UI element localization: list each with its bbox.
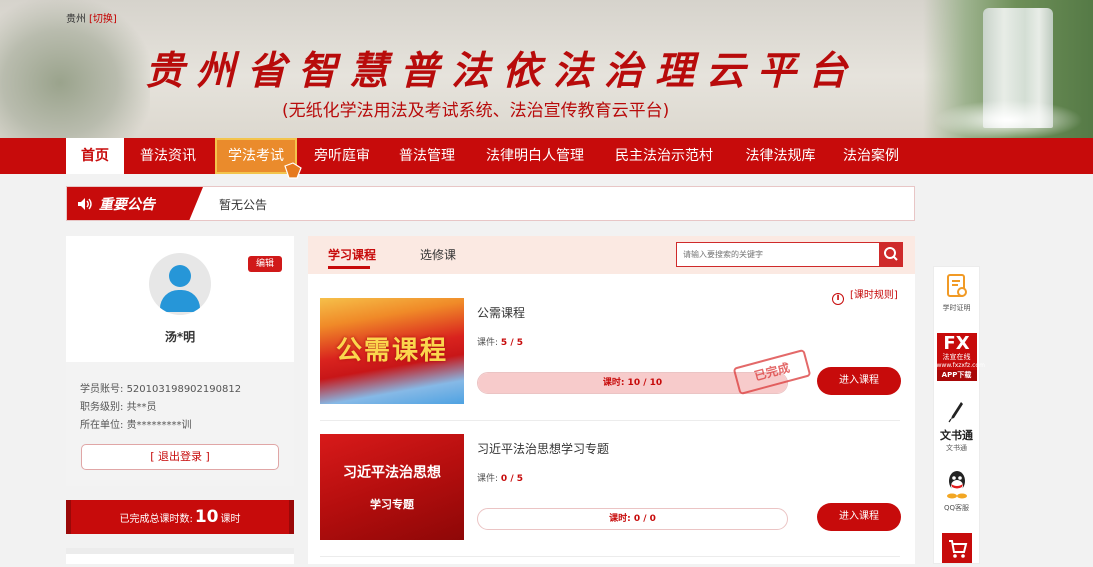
region-switch-link[interactable]: [切换] bbox=[89, 14, 117, 25]
qq-icon bbox=[946, 471, 967, 499]
speaker-icon bbox=[78, 198, 92, 210]
region-selector: 贵州 [切换] bbox=[66, 10, 117, 25]
course-thumbnail[interactable]: 公需课程 bbox=[320, 298, 464, 404]
logout-button[interactable]: [ 退出登录 ] bbox=[81, 444, 279, 470]
enter-course-button[interactable]: 进入课程 bbox=[817, 367, 901, 395]
document-tool[interactable]: 文书通 文书通 bbox=[934, 401, 979, 453]
total-hours-value: 10 bbox=[194, 507, 219, 527]
hand-cursor-icon bbox=[284, 162, 302, 179]
shop-tool[interactable] bbox=[934, 533, 979, 563]
total-hours-bar: 已完成总课时数: 10 课时 bbox=[66, 500, 294, 534]
certificate-icon bbox=[946, 274, 967, 297]
tab-elective-courses[interactable]: 选修课 bbox=[420, 246, 456, 263]
announcement-text: 暂无公告 bbox=[219, 198, 268, 212]
course-item: 习近平法治思想 学习专题 习近平法治思想学习专题 课件: 0 / 5 课时: 0… bbox=[320, 434, 901, 544]
course-progress-bar: 课时: 0 / 0 bbox=[477, 508, 788, 530]
nav-item-news[interactable]: 普法资讯 bbox=[128, 138, 208, 174]
nav-item-management[interactable]: 普法管理 bbox=[388, 138, 466, 174]
search-button[interactable] bbox=[879, 242, 903, 267]
nav-item-trial[interactable]: 旁听庭审 bbox=[303, 138, 381, 174]
user-icon bbox=[169, 265, 191, 287]
announcement-label: 重要公告 bbox=[99, 197, 155, 213]
course-search bbox=[676, 242, 903, 267]
announcement-bar: 重要公告 暂无公告 bbox=[66, 186, 915, 221]
course-item: 公需课程 公需课程 课件: 5 / 5 课时: 10 / 10 已完成 进入课程 bbox=[320, 298, 901, 408]
level-line: 职务级别: 共**员 bbox=[80, 402, 157, 413]
edit-profile-button[interactable]: 编辑 bbox=[248, 256, 282, 272]
site-title: 贵州省智慧普法依法治理云平台 bbox=[145, 48, 860, 94]
course-title[interactable]: 习近平法治思想学习专题 bbox=[477, 440, 609, 457]
course-thumbnail[interactable]: 习近平法治思想 学习专题 bbox=[320, 434, 464, 540]
enter-course-button[interactable]: 进入课程 bbox=[817, 503, 901, 531]
course-title[interactable]: 公需课程 bbox=[477, 304, 525, 321]
pen-icon bbox=[948, 402, 963, 423]
region-name: 贵州 bbox=[66, 14, 86, 25]
account-line: 学员账号: 520103198902190812 bbox=[80, 384, 242, 395]
search-input[interactable] bbox=[677, 243, 877, 266]
site-banner: 贵州 [切换] 贵州省智慧普法依法治理云平台 (无纸化学法用法及考试系统、法治宣传… bbox=[0, 0, 1093, 138]
unit-line: 所在单位: 贵*********训 bbox=[80, 420, 192, 431]
unit-value: 贵*********训 bbox=[126, 420, 192, 431]
avatar bbox=[149, 253, 211, 315]
study-certificate-tool[interactable]: 学时证明 bbox=[934, 273, 979, 313]
nav-item-law-library[interactable]: 法律法规库 bbox=[733, 138, 828, 174]
nav-item-cases[interactable]: 法治案例 bbox=[833, 138, 909, 174]
user-info: 学员账号: 520103198902190812 职务级别: 共**员 所在单位… bbox=[66, 362, 294, 486]
nav-item-law-advocate[interactable]: 法律明白人管理 bbox=[475, 138, 595, 174]
nav-item-demo-village[interactable]: 民主法治示范村 bbox=[603, 138, 725, 174]
cart-icon bbox=[948, 540, 967, 558]
tab-study-courses[interactable]: 学习课程 bbox=[328, 246, 376, 263]
level-value: 共**员 bbox=[126, 402, 157, 413]
announcement-tag: 重要公告 bbox=[67, 187, 203, 220]
nav-item-home[interactable]: 首页 bbox=[66, 138, 124, 174]
progress-text: 课时: 0 / 0 bbox=[609, 514, 656, 524]
site-subtitle: (无纸化学法用法及考试系统、法治宣传教育云平台) bbox=[282, 101, 670, 121]
lesson-count: 课件: 5 / 5 bbox=[477, 338, 523, 348]
course-panel: 学习课程 选修课 i[课时规则] 公需课程 公需课程 课件: 5 / 5 课时:… bbox=[308, 236, 915, 564]
qq-support-tool[interactable]: QQ客服 bbox=[934, 469, 979, 513]
user-name: 汤*明 bbox=[164, 330, 196, 344]
user-profile-card: 编辑 汤*明 学员账号: 520103198902190812 职务级别: 共*… bbox=[66, 236, 294, 486]
fx-app-icon: FX 法宣在线 www.fxzxfz.com APP下载 bbox=[936, 333, 985, 381]
lesson-count: 课件: 0 / 5 bbox=[477, 474, 523, 484]
course-tabs: 学习课程 选修课 bbox=[308, 236, 915, 274]
account-value: 520103198902190812 bbox=[126, 384, 242, 395]
search-icon bbox=[884, 247, 898, 261]
app-download-tool[interactable]: FX 法宣在线 www.fxzxfz.com APP下载 bbox=[934, 333, 985, 381]
main-nav: 首页 普法资讯 学法考试 旁听庭审 普法管理 法律明白人管理 民主法治示范村 法… bbox=[0, 138, 1093, 174]
right-toolbar: 学时证明 FX 法宣在线 www.fxzxfz.com APP下载 文书通 文书… bbox=[933, 266, 985, 564]
